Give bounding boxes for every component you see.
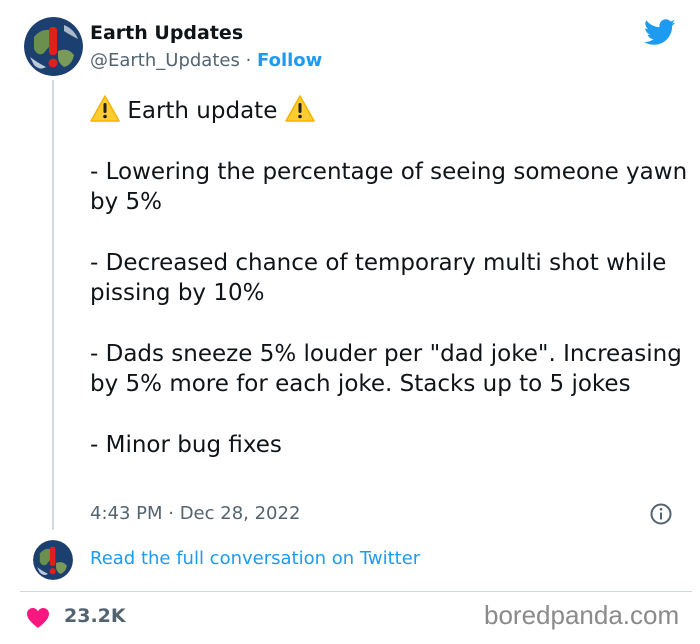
warning-icon xyxy=(284,95,315,122)
earth-avatar-icon xyxy=(33,540,73,580)
tweet-line: - Dads sneeze 5% louder per "dad joke". … xyxy=(90,341,682,397)
read-full-conversation-link[interactable]: Read the full conversation on Twitter xyxy=(90,548,420,569)
tweet-text: Earth update - Lowering the percentage o… xyxy=(90,95,690,460)
author-handle-row: @Earth_Updates · Follow xyxy=(90,50,322,71)
tweet-timestamp[interactable]: 4:43 PM · Dec 28, 2022 xyxy=(90,503,300,524)
heart-icon[interactable] xyxy=(26,607,50,629)
like-count[interactable]: 23.2K xyxy=(64,605,126,627)
twitter-bird-icon[interactable] xyxy=(644,19,676,46)
author-handle[interactable]: @Earth_Updates xyxy=(90,50,240,71)
warning-icon xyxy=(90,95,120,122)
follow-button[interactable]: Follow xyxy=(257,50,322,71)
tweet-line: - Lowering the percentage of seeing some… xyxy=(90,159,688,215)
tweet-title: Earth update xyxy=(127,98,278,124)
author-name[interactable]: Earth Updates xyxy=(90,22,243,44)
earth-avatar-icon xyxy=(24,17,83,76)
thread-line xyxy=(52,80,54,530)
divider xyxy=(20,591,692,592)
author-avatar-small[interactable] xyxy=(33,540,73,580)
separator: · xyxy=(239,50,258,71)
watermark: boredpanda.com xyxy=(484,600,680,630)
tweet-title-line: Earth update xyxy=(90,95,690,126)
tweet-line: - Minor bug fixes xyxy=(90,432,282,458)
author-avatar[interactable] xyxy=(24,17,83,76)
tweet-line: - Decreased chance of temporary multi sh… xyxy=(90,250,667,306)
info-icon[interactable] xyxy=(650,503,672,525)
